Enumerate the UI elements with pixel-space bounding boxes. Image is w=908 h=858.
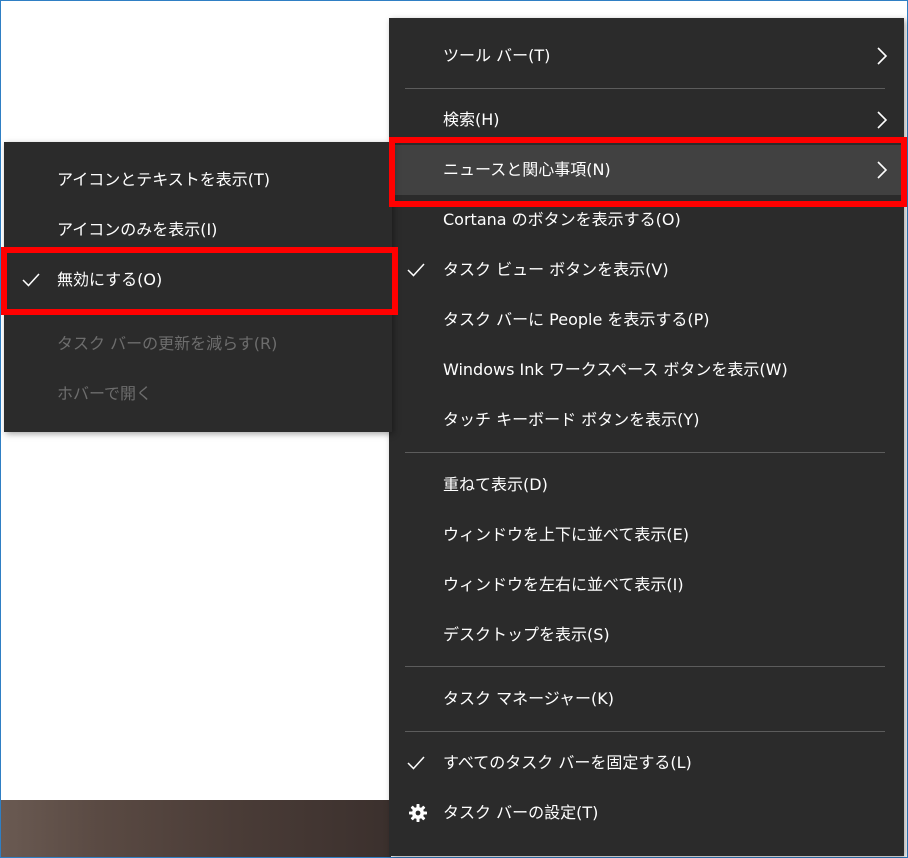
menu-item-label: Windows Ink ワークスペース ボタンを表示(W) — [443, 360, 788, 379]
checkmark-icon — [407, 263, 425, 277]
menu-item-label: すべてのタスク バーを固定する(L) — [443, 753, 692, 772]
menu-item-search[interactable]: 検索(H) — [389, 95, 904, 145]
menu-item-task-manager[interactable]: タスク マネージャー(K) — [389, 674, 904, 724]
menu-item-label: ツール バー(T) — [443, 46, 551, 65]
menu-separator — [405, 666, 885, 667]
menu-item-show-windows-ink[interactable]: Windows Ink ワークスペース ボタンを表示(W) — [389, 345, 904, 395]
chevron-right-icon — [877, 161, 888, 179]
menu-item-label: Cortana のボタンを表示する(O) — [443, 210, 681, 229]
menu-item-label: アイコンのみを表示(I) — [57, 220, 218, 239]
menu-item-label: タスク ビュー ボタンを表示(V) — [443, 260, 669, 279]
news-and-interests-submenu: アイコンとテキストを表示(T) アイコンのみを表示(I) 無効にする(O) タス… — [4, 142, 392, 432]
menu-item-taskbar-settings[interactable]: タスク バーの設定(T) — [389, 788, 904, 838]
checkmark-icon — [407, 756, 425, 770]
menu-item-label: タスク マネージャー(K) — [443, 689, 614, 708]
menu-item-show-desktop[interactable]: デスクトップを表示(S) — [389, 610, 904, 660]
menu-item-label: ホバーで開く — [57, 384, 153, 403]
menu-item-label: ニュースと関心事項(N) — [443, 160, 611, 179]
menu-item-label: デスクトップを表示(S) — [443, 625, 610, 644]
menu-item-label: ウィンドウを左右に並べて表示(I) — [443, 575, 684, 594]
menu-item-show-touch-keyboard[interactable]: タッチ キーボード ボタンを表示(Y) — [389, 395, 904, 445]
submenu-item-open-on-hover: ホバーで開く — [4, 369, 392, 419]
taskbar-context-menu: ツール バー(T) 検索(H) ニュースと関心事項(N) Cortana のボタ… — [389, 18, 904, 856]
checkmark-icon — [22, 273, 40, 287]
menu-item-show-people[interactable]: タスク バーに People を表示する(P) — [389, 295, 904, 345]
menu-item-label: アイコンとテキストを表示(T) — [57, 170, 270, 189]
menu-item-stack-windows[interactable]: ウィンドウを上下に並べて表示(E) — [389, 510, 904, 560]
menu-item-show-task-view-button[interactable]: タスク ビュー ボタンを表示(V) — [389, 245, 904, 295]
menu-item-cascade-windows[interactable]: 重ねて表示(D) — [389, 460, 904, 510]
menu-item-label: タスク バーの更新を減らす(R) — [57, 334, 278, 353]
submenu-item-reduce-taskbar-updates: タスク バーの更新を減らす(R) — [4, 319, 392, 369]
menu-item-label: ウィンドウを上下に並べて表示(E) — [443, 525, 689, 544]
chevron-right-icon — [877, 47, 888, 65]
menu-separator — [405, 452, 885, 453]
menu-item-label: 無効にする(O) — [57, 270, 163, 289]
menu-item-label: タスク バーの設定(T) — [443, 803, 599, 822]
menu-separator — [405, 88, 885, 89]
menu-item-label: タッチ キーボード ボタンを表示(Y) — [443, 410, 700, 429]
menu-item-label: 検索(H) — [443, 110, 500, 129]
submenu-item-show-icon-and-text[interactable]: アイコンとテキストを表示(T) — [4, 155, 392, 205]
gear-icon — [409, 804, 427, 822]
menu-item-label: 重ねて表示(D) — [443, 475, 548, 494]
menu-item-lock-all-taskbars[interactable]: すべてのタスク バーを固定する(L) — [389, 738, 904, 788]
submenu-item-show-icon-only[interactable]: アイコンのみを表示(I) — [4, 205, 392, 255]
menu-item-side-by-side-windows[interactable]: ウィンドウを左右に並べて表示(I) — [389, 560, 904, 610]
menu-item-news-and-interests[interactable]: ニュースと関心事項(N) — [389, 145, 904, 195]
submenu-item-turn-off[interactable]: 無効にする(O) — [4, 255, 392, 305]
chevron-right-icon — [877, 111, 888, 129]
desktop-wallpaper — [1, 800, 391, 857]
menu-item-toolbars[interactable]: ツール バー(T) — [389, 31, 904, 81]
menu-item-show-cortana-button[interactable]: Cortana のボタンを表示する(O) — [389, 195, 904, 245]
menu-item-label: タスク バーに People を表示する(P) — [443, 310, 710, 329]
menu-separator — [405, 731, 885, 732]
